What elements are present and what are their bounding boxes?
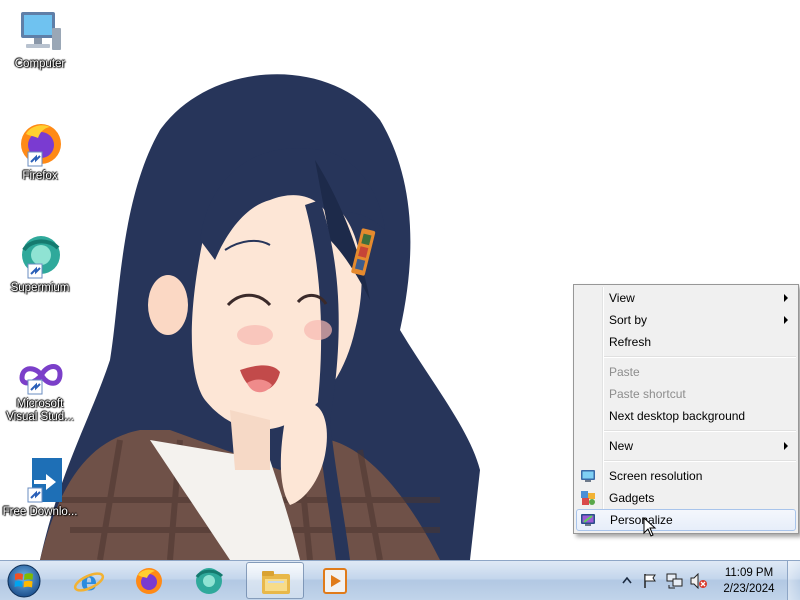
volume-muted-icon[interactable] bbox=[690, 573, 708, 589]
submenu-arrow-icon bbox=[784, 316, 788, 324]
taskbar-internet-explorer[interactable]: e bbox=[60, 562, 118, 599]
menu-item-screen-resolution[interactable]: Screen resolution bbox=[576, 465, 796, 487]
gadgets-icon bbox=[581, 491, 595, 505]
clock-time: 11:09 PM bbox=[724, 567, 774, 579]
firefox-icon bbox=[21, 124, 61, 167]
mouse-cursor-icon bbox=[643, 517, 657, 537]
menu-item-refresh[interactable]: Refresh bbox=[576, 331, 796, 353]
menu-item-paste-shortcut[interactable]: Paste shortcut bbox=[576, 383, 796, 405]
clock-date: 2/23/2024 bbox=[723, 583, 775, 595]
submenu-arrow-icon bbox=[784, 294, 788, 302]
computer-icon bbox=[21, 12, 61, 50]
start-button[interactable] bbox=[4, 562, 48, 600]
taskbar: e 11:09 PM 2/23/2024 bbox=[0, 560, 800, 600]
desktop-icon-label: Microsoft Visual Stud... bbox=[6, 398, 74, 423]
submenu-arrow-icon bbox=[784, 442, 788, 450]
menu-item-label: Paste bbox=[609, 365, 640, 379]
desktop-icon-visual-studio[interactable]: Microsoft Visual Stud... bbox=[2, 356, 78, 424]
menu-separator bbox=[604, 430, 796, 432]
menu-item-new[interactable]: New bbox=[576, 435, 796, 457]
desktop-icon-label: Supermium bbox=[10, 282, 70, 294]
menu-item-paste[interactable]: Paste bbox=[576, 361, 796, 383]
firefox-icon bbox=[136, 568, 162, 594]
desktop-icon-label: Free Downlo... bbox=[2, 506, 78, 518]
file-explorer-icon bbox=[262, 571, 290, 594]
action-center-flag-icon[interactable] bbox=[642, 573, 658, 589]
taskbar-supermium[interactable] bbox=[180, 562, 238, 599]
menu-item-label: Next desktop background bbox=[609, 409, 746, 423]
desktop-icon-supermium[interactable]: Supermium bbox=[2, 232, 78, 295]
menu-item-label: View bbox=[609, 291, 635, 305]
free-download-manager-icon bbox=[27, 458, 62, 503]
taskbar-file-explorer[interactable] bbox=[246, 562, 304, 599]
desktop-icon-computer[interactable]: Computer bbox=[2, 8, 78, 71]
menu-separator bbox=[604, 460, 796, 462]
menu-item-gadgets[interactable]: Gadgets bbox=[576, 487, 796, 509]
desktop-context-menu: View Sort by Refresh Paste Paste shortcu… bbox=[573, 284, 799, 534]
taskbar-firefox[interactable] bbox=[120, 562, 178, 599]
screen-resolution-icon bbox=[581, 470, 595, 482]
menu-item-sort-by[interactable]: Sort by bbox=[576, 309, 796, 331]
desktop-icon-label: Computer bbox=[14, 58, 66, 70]
start-orb-icon bbox=[7, 564, 41, 598]
network-icon[interactable] bbox=[666, 573, 684, 589]
desktop-icon-label: Firefox bbox=[22, 170, 58, 182]
desktop-icon-firefox[interactable]: Firefox bbox=[2, 120, 78, 183]
menu-item-view[interactable]: View bbox=[576, 287, 796, 309]
menu-item-label: Sort by bbox=[609, 313, 648, 327]
personalize-icon bbox=[581, 514, 595, 526]
taskbar-media-player[interactable] bbox=[306, 562, 364, 599]
supermium-icon bbox=[195, 568, 224, 594]
internet-explorer-icon: e bbox=[73, 567, 105, 596]
taskbar-clock[interactable]: 11:09 PM 2/23/2024 bbox=[708, 565, 790, 597]
show-desktop-button[interactable] bbox=[787, 561, 800, 600]
menu-item-personalize[interactable]: Personalize bbox=[576, 509, 796, 531]
menu-item-next-desktop-background[interactable]: Next desktop background bbox=[576, 405, 796, 427]
show-hidden-icons-chevron-icon[interactable] bbox=[622, 576, 632, 584]
menu-item-label: Personalize bbox=[610, 513, 673, 527]
menu-item-label: Screen resolution bbox=[609, 469, 703, 483]
supermium-icon bbox=[22, 236, 60, 279]
svg-text:e: e bbox=[81, 567, 98, 596]
menu-item-label: Refresh bbox=[609, 335, 652, 349]
desktop-icon-free-download-manager[interactable]: Free Downlo... bbox=[2, 456, 78, 519]
menu-item-label: New bbox=[609, 439, 634, 453]
menu-item-label: Paste shortcut bbox=[609, 387, 686, 401]
menu-item-label: Gadgets bbox=[609, 491, 655, 505]
menu-separator bbox=[604, 356, 796, 358]
visual-studio-icon bbox=[19, 364, 63, 395]
media-player-icon bbox=[323, 568, 347, 594]
